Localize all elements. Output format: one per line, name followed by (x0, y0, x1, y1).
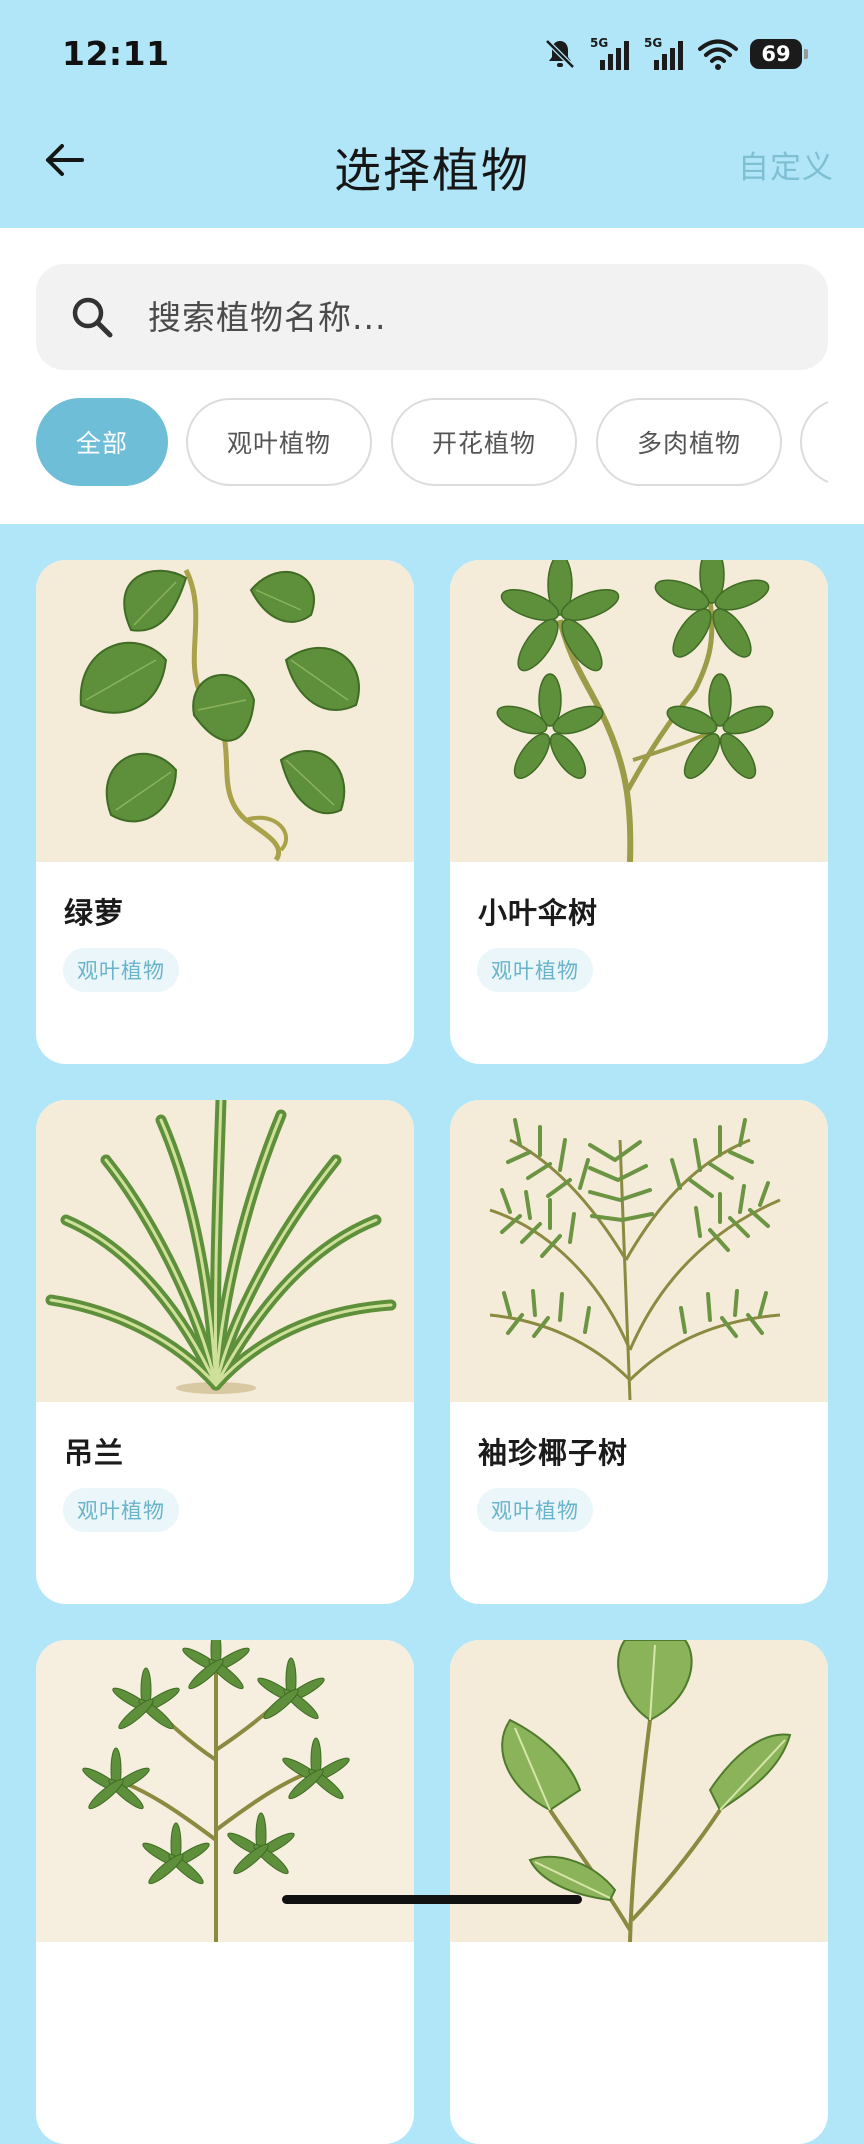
plant-name: 小叶伞树 (478, 896, 599, 930)
status-icons: 5G 5G 69 (542, 34, 808, 74)
search-box[interactable] (36, 264, 828, 370)
plant-card-parlor-palm[interactable]: 袖珍椰子树 观叶植物 (450, 1100, 828, 1604)
chip-succulent[interactable]: 多肉植物 (596, 398, 782, 486)
chip-all[interactable]: 全部 (36, 398, 168, 486)
umbrella-tree-illustration (450, 560, 828, 862)
chip-flowering[interactable]: 开花植物 (391, 398, 577, 486)
plant-name: 吊兰 (64, 1436, 125, 1470)
plant-tag: 观叶植物 (477, 948, 593, 992)
chip-label: 全部 (75, 429, 128, 458)
plant-card-5[interactable] (36, 1640, 414, 2144)
chip-more[interactable] (800, 398, 828, 486)
battery-level: 69 (761, 42, 791, 66)
spider-plant-illustration (36, 1100, 414, 1402)
network-label-1: 5G (590, 36, 608, 50)
parlor-palm-illustration (450, 1100, 828, 1402)
plant-card-6[interactable] (450, 1640, 828, 2144)
plant-card-pothos[interactable]: 绿萝 观叶植物 (36, 560, 414, 1064)
wifi-icon (698, 36, 738, 72)
search-input[interactable] (146, 296, 770, 338)
bell-muted-icon (542, 36, 578, 72)
plant-name: 绿萝 (64, 896, 125, 930)
chip-label: 多肉植物 (636, 429, 741, 458)
plant-tag: 观叶植物 (477, 1488, 593, 1532)
plant-card-umbrella-tree[interactable]: 小叶伞树 观叶植物 (450, 560, 828, 1064)
battery-icon: 69 (750, 39, 808, 69)
plant-name: 袖珍椰子树 (478, 1436, 629, 1470)
search-panel: 全部 观叶植物 开花植物 多肉植物 (0, 228, 864, 524)
network-label-2: 5G (644, 36, 662, 50)
header: 选择植物 自定义 (0, 110, 864, 228)
status-time: 12:11 (62, 34, 170, 73)
home-indicator[interactable] (282, 1895, 582, 1904)
filter-chips: 全部 观叶植物 开花植物 多肉植物 (36, 398, 828, 490)
status-bar: 12:11 5G 5G 69 (0, 0, 864, 110)
page-title: 选择植物 (334, 144, 530, 199)
plant-tag: 观叶植物 (63, 948, 179, 992)
search-icon (72, 297, 113, 338)
pothos-illustration (36, 560, 414, 862)
chip-label: 观叶植物 (226, 429, 331, 458)
plant-tag: 观叶植物 (63, 1488, 179, 1532)
chip-label: 开花植物 (431, 429, 536, 458)
plant-card-spider-plant[interactable]: 吊兰 观叶植物 (36, 1100, 414, 1604)
custom-button[interactable]: 自定义 (738, 142, 834, 187)
signal-5g-icon: 5G (590, 36, 632, 72)
signal-5g-icon: 5G (644, 36, 686, 72)
chip-foliage[interactable]: 观叶植物 (186, 398, 372, 486)
